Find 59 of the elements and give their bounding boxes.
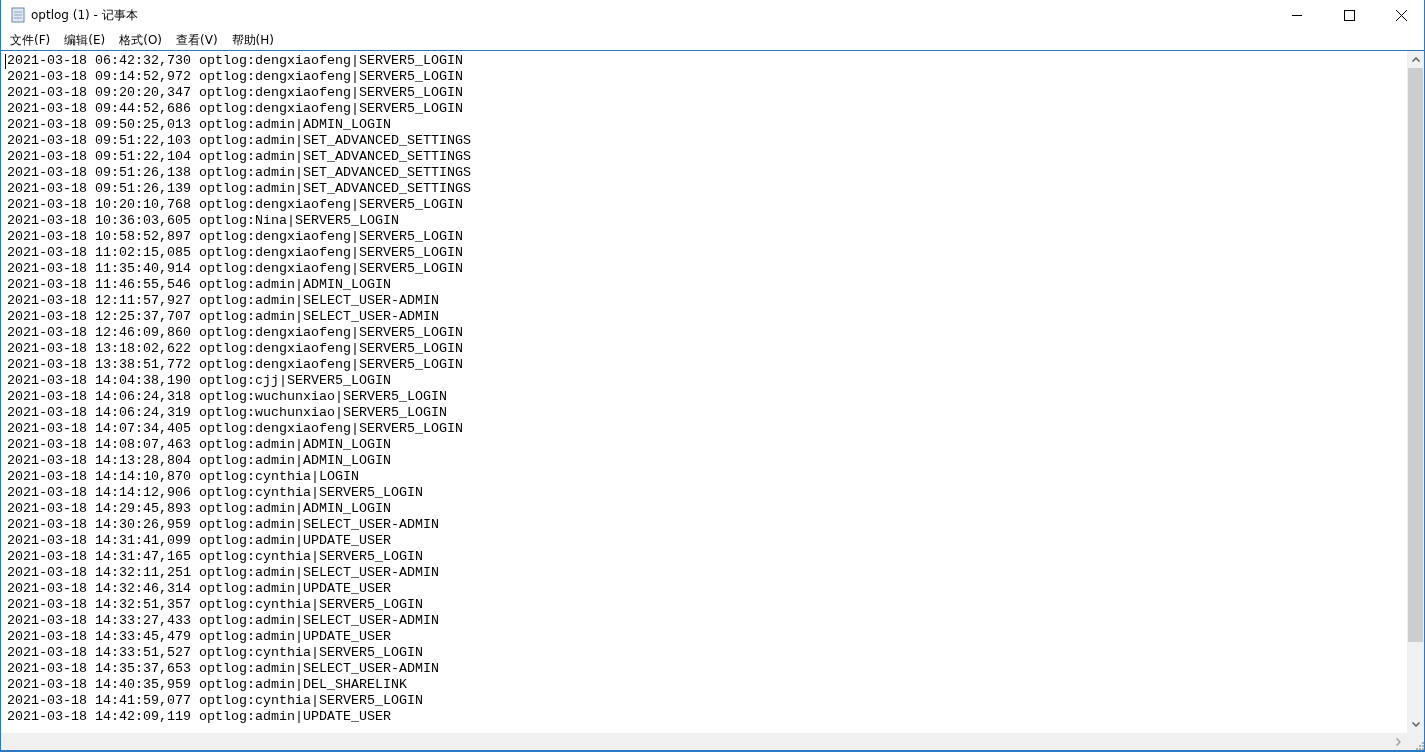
log-line: 2021-03-18 10:20:10,768 optlog:dengxiaofeng|SERVER5_LOGIN (7, 197, 463, 213)
log-line: 2021-03-18 14:04:38,190 optlog:cjj|SERVER5_LOGIN (7, 373, 391, 389)
maximize-icon (1343, 9, 1355, 21)
log-line: 2021-03-18 12:25:37,707 optlog:admin|SELECT_USER-ADMIN (7, 309, 439, 325)
log-line: 2021-03-18 14:42:09,119 optlog:admin|UPDATE_USER (7, 709, 391, 725)
log-line: 2021-03-18 09:20:20,347 optlog:dengxiaofeng|SERVER5_LOGIN (7, 85, 463, 101)
log-line: 2021-03-18 09:51:26,139 optlog:admin|SET_ADVANCED_SETTINGS (7, 181, 471, 197)
log-line: 2021-03-18 09:14:52,972 optlog:dengxiaofeng|SERVER5_LOGIN (7, 69, 463, 85)
log-line: 2021-03-18 11:35:40,914 optlog:dengxiaofeng|SERVER5_LOGIN (7, 261, 463, 277)
log-line: 2021-03-18 14:14:10,870 optlog:cynthia|LOGIN (7, 469, 359, 485)
menu-item[interactable]: 查看(V) (169, 30, 225, 50)
menu-item[interactable]: 格式(O) (112, 30, 170, 50)
close-icon (1395, 9, 1407, 21)
chevron-up-icon (1411, 57, 1420, 62)
log-line: 2021-03-18 12:46:09,860 optlog:dengxiaofeng|SERVER5_LOGIN (7, 325, 463, 341)
log-line: 2021-03-18 14:32:46,314 optlog:admin|UPDATE_USER (7, 581, 391, 597)
log-line: 2021-03-18 09:51:26,138 optlog:admin|SET_ADVANCED_SETTINGS (7, 165, 471, 181)
menu-item[interactable]: 文件(F) (3, 30, 58, 50)
log-line: 2021-03-18 14:32:51,357 optlog:cynthia|SERVER5_LOGIN (7, 597, 423, 613)
log-line: 2021-03-18 09:44:52,686 optlog:dengxiaofeng|SERVER5_LOGIN (7, 101, 463, 117)
text-caret (5, 54, 6, 69)
log-line: 2021-03-18 14:30:26,959 optlog:admin|SELECT_USER-ADMIN (7, 517, 439, 533)
log-line: 2021-03-18 14:13:28,804 optlog:admin|ADMIN_LOGIN (7, 453, 391, 469)
log-line: 2021-03-18 14:07:34,405 optlog:dengxiaofeng|SERVER5_LOGIN (7, 421, 463, 437)
log-line: 2021-03-18 14:40:35,959 optlog:admin|DEL_SHARELINK (7, 677, 407, 693)
log-line: 2021-03-18 14:06:24,318 optlog:wuchunxiao|SERVER5_LOGIN (7, 389, 447, 405)
log-line: 2021-03-18 06:42:32,730 optlog:dengxiaofeng|SERVER5_LOGIN (7, 53, 463, 69)
chevron-down-icon (1411, 722, 1420, 727)
log-line: 2021-03-18 10:36:03,605 optlog:Nina|SERVER5_LOGIN (7, 213, 399, 229)
vertical-scrollbar[interactable] (1407, 51, 1424, 733)
log-line: 2021-03-18 14:29:45,893 optlog:admin|ADMIN_LOGIN (7, 501, 391, 517)
log-line: 2021-03-18 11:46:55,546 optlog:admin|ADMIN_LOGIN (7, 277, 391, 293)
log-line: 2021-03-18 14:14:12,906 optlog:cynthia|SERVER5_LOGIN (7, 485, 423, 501)
log-line: 2021-03-18 09:50:25,013 optlog:admin|ADMIN_LOGIN (7, 117, 391, 133)
menu-item[interactable]: 帮助(H) (224, 30, 281, 50)
log-line: 2021-03-18 14:31:47,165 optlog:cynthia|SERVER5_LOGIN (7, 549, 423, 565)
notepad-icon (11, 7, 25, 23)
resize-grip-icon[interactable] (1414, 740, 1424, 750)
chevron-right-icon (1396, 737, 1401, 746)
log-line: 2021-03-18 11:02:15,085 optlog:dengxiaofeng|SERVER5_LOGIN (7, 245, 463, 261)
menu-item[interactable]: 编辑(E) (57, 30, 113, 50)
log-line: 2021-03-18 14:41:59,077 optlog:cynthia|SERVER5_LOGIN (7, 693, 423, 709)
log-line: 2021-03-18 14:33:51,527 optlog:cynthia|SERVER5_LOGIN (7, 645, 423, 661)
log-line: 2021-03-18 14:33:27,433 optlog:admin|SELECT_USER-ADMIN (7, 613, 439, 629)
log-line: 2021-03-18 10:58:52,897 optlog:dengxiaofeng|SERVER5_LOGIN (7, 229, 463, 245)
log-line: 2021-03-18 09:51:22,103 optlog:admin|SET_ADVANCED_SETTINGS (7, 133, 471, 149)
log-line: 2021-03-18 14:33:45,479 optlog:admin|UPDATE_USER (7, 629, 391, 645)
scroll-thumb[interactable] (1408, 68, 1423, 642)
log-line: 2021-03-18 14:08:07,463 optlog:admin|ADMIN_LOGIN (7, 437, 391, 453)
log-line: 2021-03-18 14:31:41,099 optlog:admin|UPDATE_USER (7, 533, 391, 549)
log-line: 2021-03-18 12:11:57,927 optlog:admin|SELECT_USER-ADMIN (7, 293, 439, 309)
log-line: 2021-03-18 14:35:37,653 optlog:admin|SELECT_USER-ADMIN (7, 661, 439, 677)
log-line: 2021-03-18 14:06:24,319 optlog:wuchunxiao|SERVER5_LOGIN (7, 405, 447, 421)
log-line: 2021-03-18 13:18:02,622 optlog:dengxiaofeng|SERVER5_LOGIN (7, 341, 463, 357)
log-line: 2021-03-18 09:51:22,104 optlog:admin|SET_ADVANCED_SETTINGS (7, 149, 471, 165)
log-line: 2021-03-18 13:38:51,772 optlog:dengxiaofeng|SERVER5_LOGIN (7, 357, 463, 373)
horizontal-scrollbar[interactable] (1, 733, 1424, 750)
window-title: optlog (1) - 记事本 (31, 6, 138, 24)
log-line: 2021-03-18 14:32:11,251 optlog:admin|SELECT_USER-ADMIN (7, 565, 439, 581)
